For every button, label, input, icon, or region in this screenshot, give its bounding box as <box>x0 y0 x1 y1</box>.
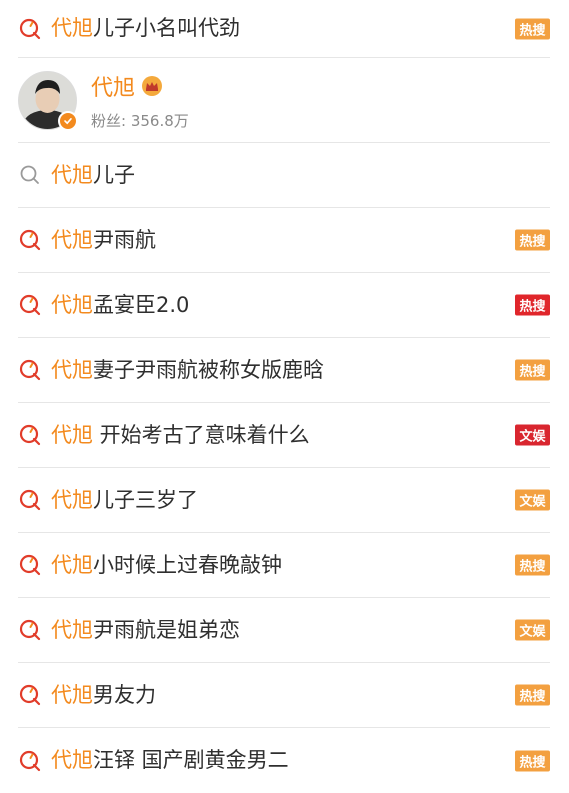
search-suggestion-list: 代旭儿子小名叫代劲 热搜 代旭 粉丝: 356.8万 代旭儿子 代旭尹雨航 热搜… <box>0 0 569 793</box>
suggestion-text: 代旭男友力 <box>51 682 156 707</box>
entertainment-badge: 文娱 <box>515 489 550 511</box>
hot-search-badge: 热搜 <box>515 684 550 706</box>
suggestion-row[interactable]: 代旭儿子三岁了 文娱 <box>18 468 550 533</box>
search-q-icon <box>19 229 41 251</box>
search-q-icon <box>19 424 41 446</box>
suggestion-text: 代旭尹雨航 <box>51 227 156 252</box>
suggestion-text: 代旭汪铎 国产剧黄金男二 <box>51 748 289 772</box>
suggestion-row[interactable]: 代旭尹雨航 热搜 <box>18 208 550 273</box>
suggestion-row[interactable]: 代旭 开始考古了意味着什么 文娱 <box>18 403 550 468</box>
search-q-icon <box>19 554 41 576</box>
suggestion-row[interactable]: 代旭儿子小名叫代劲 热搜 <box>18 0 550 58</box>
search-q-icon <box>19 619 41 641</box>
search-q-icon <box>19 489 41 511</box>
suggestion-text: 代旭儿子 <box>51 162 135 187</box>
verified-icon <box>58 110 78 131</box>
hot-search-badge: 热搜 <box>515 229 550 251</box>
suggestion-row[interactable]: 代旭小时候上过春晚敲钟 热搜 <box>18 533 550 598</box>
crown-icon <box>142 75 163 96</box>
search-q-icon <box>19 359 41 381</box>
search-q-icon <box>19 294 41 316</box>
search-q-icon <box>19 18 41 39</box>
suggestion-text: 代旭孟宴臣2.0 <box>51 292 190 317</box>
entertainment-badge: 文娱 <box>515 424 550 446</box>
avatar[interactable] <box>18 70 78 138</box>
user-suggestion-row[interactable]: 代旭 粉丝: 356.8万 <box>18 58 550 143</box>
suggestion-text: 代旭小时候上过春晚敲钟 <box>51 552 282 577</box>
suggestion-text: 代旭儿子三岁了 <box>51 487 198 512</box>
hot-search-badge: 热搜 <box>515 359 550 381</box>
suggestion-row[interactable]: 代旭孟宴臣2.0 热搜 <box>18 273 550 338</box>
hot-search-badge: 热搜 <box>515 750 550 771</box>
entertainment-badge: 文娱 <box>515 619 550 641</box>
suggestion-row[interactable]: 代旭汪铎 国产剧黄金男二 热搜 <box>18 728 550 793</box>
user-name: 代旭 <box>91 70 189 102</box>
suggestion-text: 代旭尹雨航是姐弟恋 <box>51 617 240 642</box>
search-q-icon <box>19 684 41 706</box>
hot-search-badge: 热搜 <box>515 554 550 576</box>
suggestion-text: 代旭妻子尹雨航被称女版鹿晗 <box>51 357 324 382</box>
suggestion-row[interactable]: 代旭儿子 <box>18 143 550 208</box>
suggestion-text: 代旭儿子小名叫代劲 <box>51 16 240 40</box>
hot-search-badge: 热搜 <box>515 294 550 316</box>
suggestion-text: 代旭 开始考古了意味着什么 <box>51 422 310 447</box>
suggestion-row[interactable]: 代旭男友力 热搜 <box>18 663 550 728</box>
suggestion-row[interactable]: 代旭妻子尹雨航被称女版鹿晗 热搜 <box>18 338 550 403</box>
hot-search-badge: 热搜 <box>515 18 550 39</box>
fans-count: 粉丝: 356.8万 <box>91 111 189 130</box>
suggestion-row[interactable]: 代旭尹雨航是姐弟恋 文娱 <box>18 598 550 663</box>
search-plain-icon <box>20 165 39 184</box>
search-q-icon <box>19 750 41 771</box>
